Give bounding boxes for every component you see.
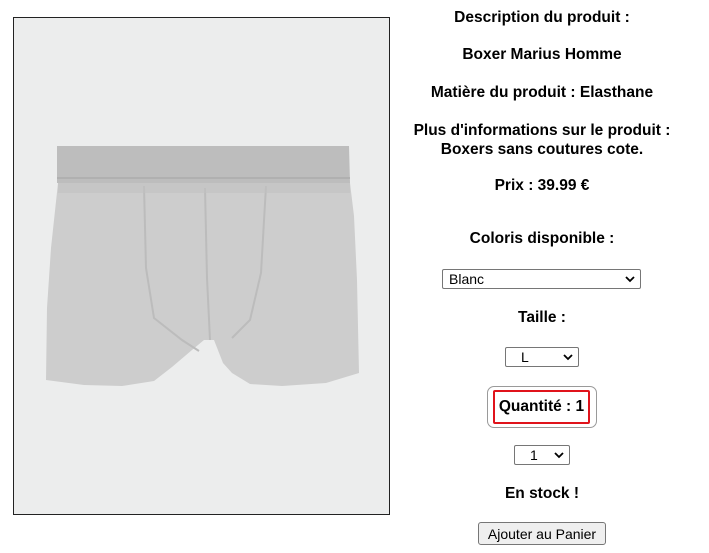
- color-label: Coloris disponible :: [469, 230, 615, 247]
- color-select[interactable]: Blanc: [442, 269, 641, 289]
- stock-status: En stock !: [504, 485, 580, 502]
- chevron-down-icon: [563, 354, 573, 361]
- add-to-cart-button[interactable]: Ajouter au Panier: [478, 522, 606, 545]
- product-name: Boxer Marius Homme: [462, 46, 622, 63]
- quantity-selected-value: 1: [530, 447, 538, 463]
- size-label: Taille :: [518, 309, 566, 326]
- chevron-down-icon: [554, 452, 564, 459]
- boxer-illustration: [46, 146, 359, 386]
- size-selected-value: L: [521, 349, 529, 365]
- product-image: [13, 17, 390, 515]
- product-price: Prix : 39.99 €: [494, 177, 590, 194]
- quantity-label: Quantité : 1: [493, 390, 590, 424]
- color-selected-value: Blanc: [449, 271, 485, 287]
- chevron-down-icon: [625, 276, 635, 283]
- more-info-label: Plus d'informations sur le produit :: [413, 122, 671, 139]
- more-info-text: Boxers sans coutures cote.: [440, 141, 644, 158]
- size-select[interactable]: L: [505, 347, 579, 367]
- quantity-highlight-frame: Quantité : 1: [487, 386, 597, 428]
- description-heading: Description du produit :: [454, 9, 630, 26]
- quantity-select[interactable]: 1: [514, 445, 570, 465]
- product-material: Matière du produit : Elasthane: [430, 84, 654, 101]
